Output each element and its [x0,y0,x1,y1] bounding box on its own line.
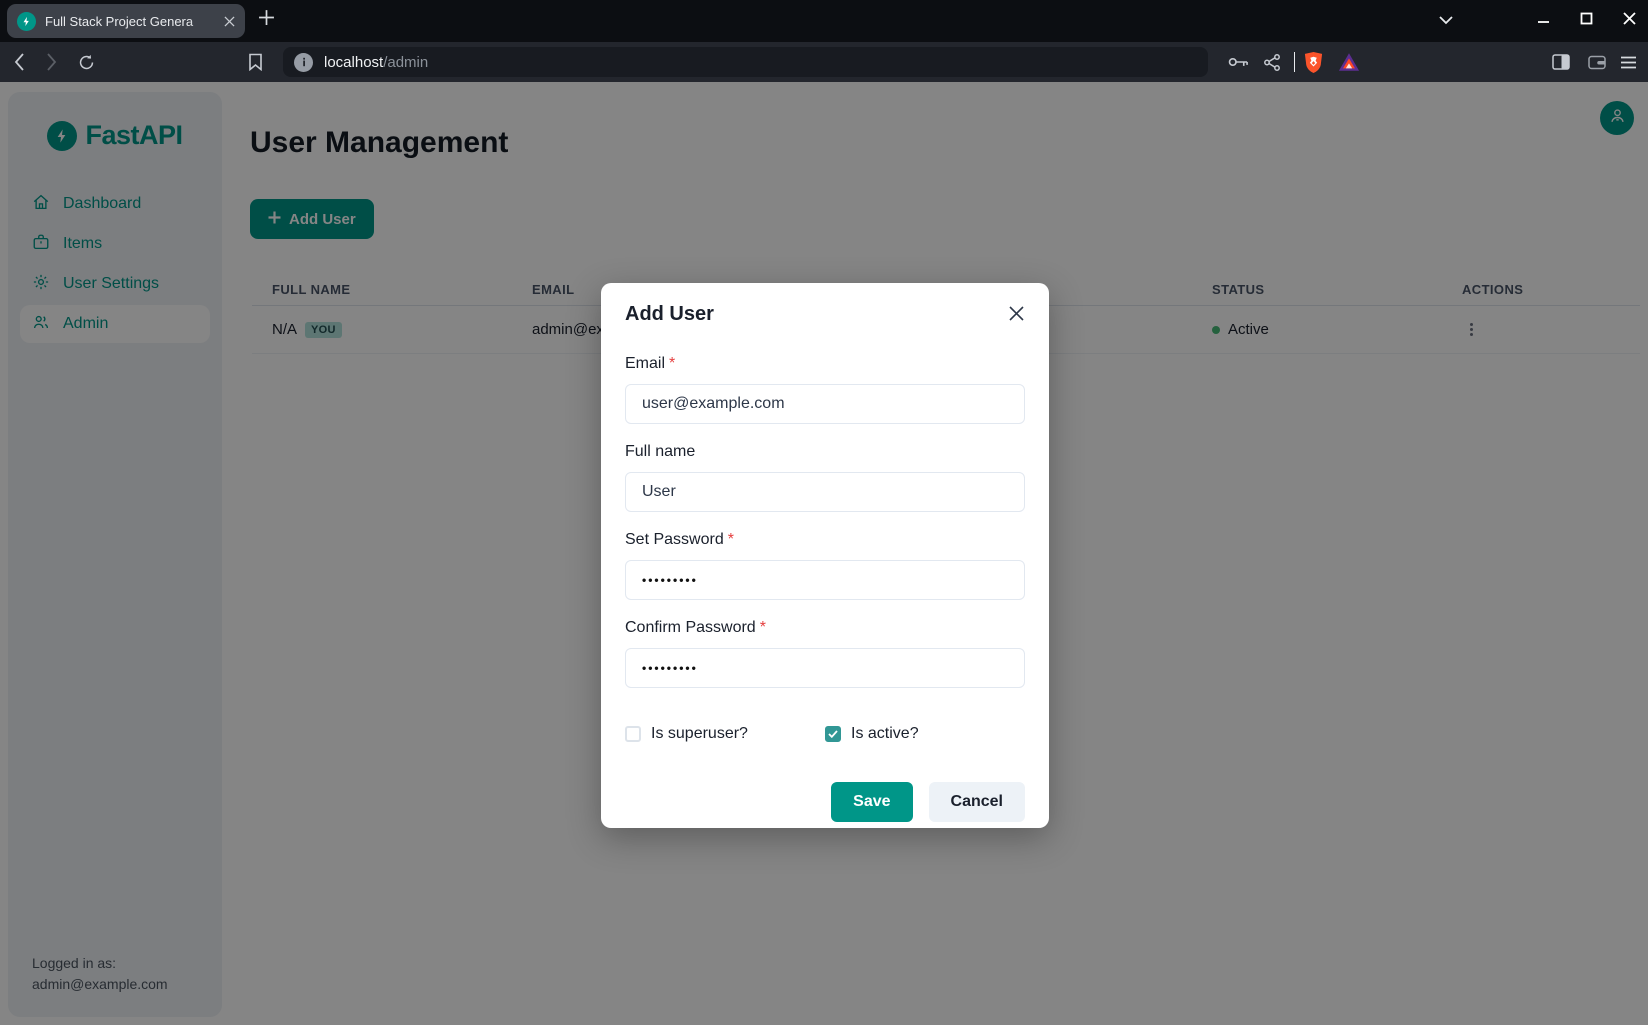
tab-search-chevron-icon[interactable] [1439,12,1453,30]
address-bar[interactable]: localhost/admin [283,47,1208,77]
cancel-button[interactable]: Cancel [929,782,1025,822]
fastapi-favicon-icon [17,12,36,31]
toolbar-divider [1294,42,1295,82]
is-superuser-label: Is superuser? [651,725,748,743]
full-name-field[interactable] [625,472,1025,512]
browser-toolbar: localhost/admin 1 [0,42,1648,82]
minimize-button[interactable] [1537,12,1550,30]
is-active-label: Is active? [851,725,919,743]
new-tab-button[interactable] [258,9,275,31]
confirm-password-field[interactable] [625,648,1025,688]
required-asterisk: * [669,355,675,372]
confirm-password-label: Confirm Password* [625,616,1025,640]
back-button[interactable] [14,42,25,82]
modal-close-icon[interactable] [1004,301,1029,329]
reload-button[interactable] [78,42,95,82]
tab-title: Full Stack Project Genera [45,13,215,30]
is-superuser-checkbox[interactable] [625,726,641,742]
share-icon[interactable] [1264,42,1280,82]
site-info-icon[interactable] [294,53,313,72]
set-password-label: Set Password* [625,528,1025,552]
close-window-button[interactable] [1623,12,1636,30]
url-host: localhost [324,54,383,71]
forward-button[interactable] [46,42,57,82]
browser-titlebar: Full Stack Project Genera [0,0,1648,42]
menu-hamburger-icon[interactable] [1620,42,1637,82]
set-password-field[interactable] [625,560,1025,600]
password-key-icon[interactable] [1228,42,1249,82]
required-asterisk: * [760,619,766,636]
brave-shield-icon[interactable] [1303,42,1324,82]
save-button[interactable]: Save [831,782,912,822]
is-active-checkbox[interactable] [825,726,841,742]
email-label: Email* [625,352,1025,376]
wallet-icon[interactable] [1588,42,1606,82]
email-field[interactable] [625,384,1025,424]
sidebar-panel-icon[interactable] [1552,42,1570,82]
maximize-button[interactable] [1580,12,1593,30]
modal-title: Add User [625,303,1025,326]
tab-close-icon[interactable] [224,16,235,27]
url-text: localhost/admin [324,54,428,71]
browser-window: Full Stack Project Genera [0,0,1648,1025]
url-path: /admin [383,54,428,71]
bookmark-icon[interactable] [248,42,263,82]
required-asterisk: * [728,531,734,548]
add-user-modal: Add User Email* Full name Set Password* … [601,283,1049,828]
full-name-label: Full name [625,440,1025,464]
browser-tab[interactable]: Full Stack Project Genera [7,4,245,38]
